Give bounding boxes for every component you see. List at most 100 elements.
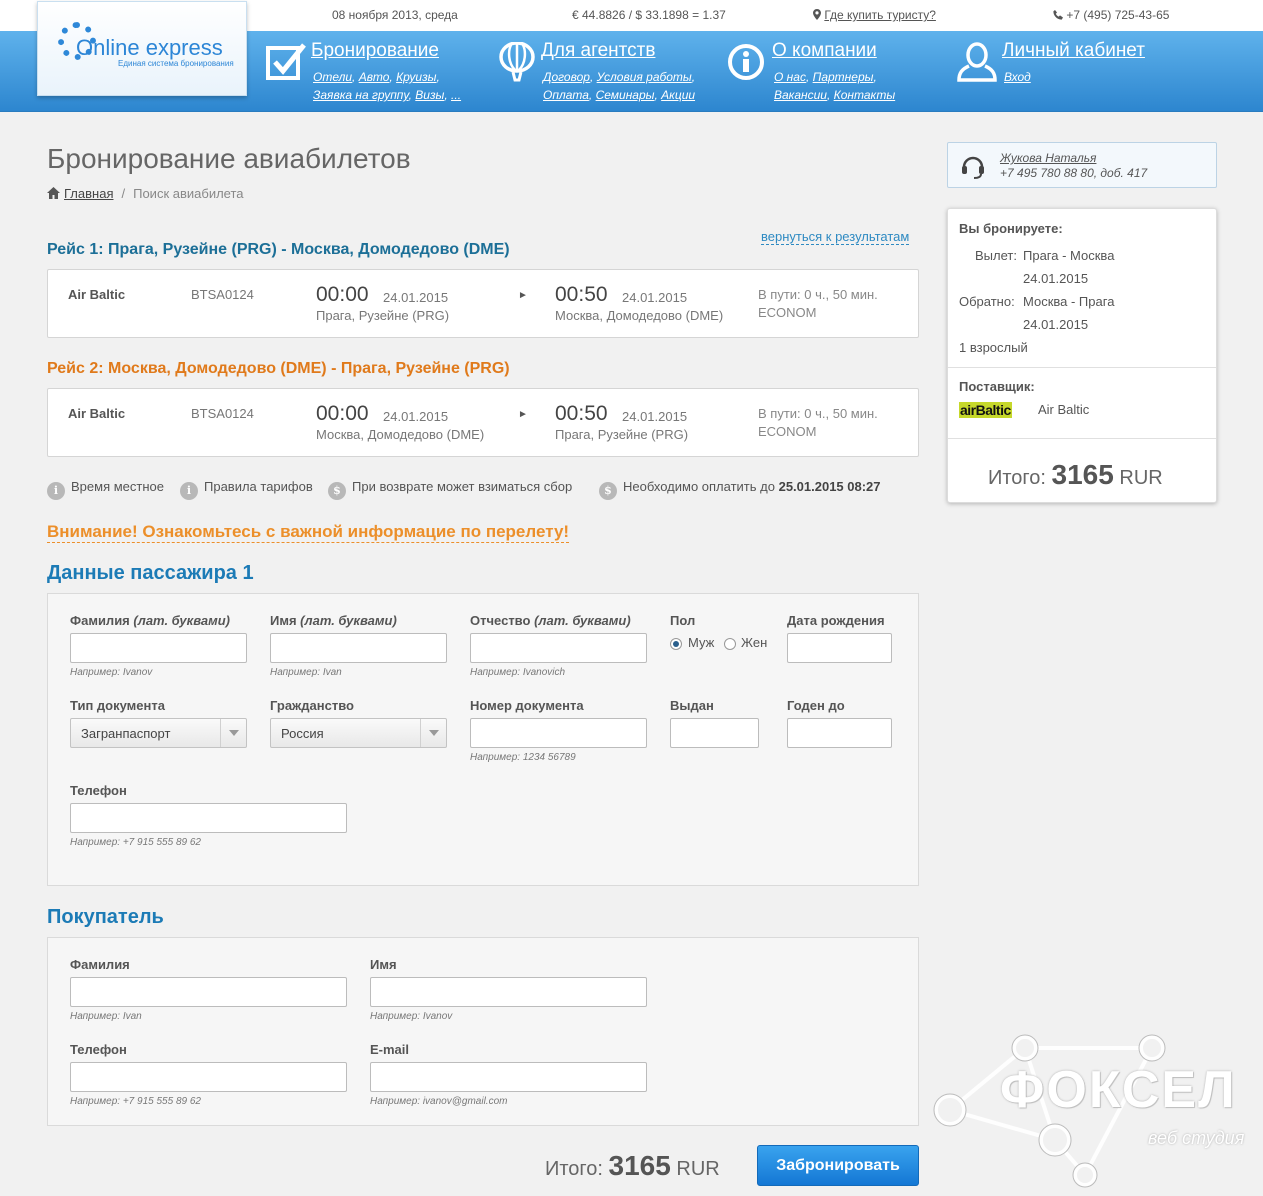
passenger-birth-date-input[interactable] [787, 633, 892, 663]
menu-company-title[interactable]: О компании [772, 40, 877, 62]
arrow-right-icon: ► [518, 290, 528, 301]
gender-male-radio[interactable] [670, 638, 682, 650]
doc-type-label: Тип документа [70, 698, 165, 713]
info-refund-fee-text: При возврате может взиматься сбор [352, 479, 573, 494]
departure-label: Вылет: [975, 248, 1017, 263]
summary-total-currency: RUR [1119, 467, 1163, 489]
manager-contact: Жукова Наталья +7 495 780 88 80, доб. 41… [947, 142, 1217, 188]
passenger-issued-input[interactable] [670, 718, 759, 748]
flight-1-card: Air Baltic BTSA0124 00:00 24.01.2015 Пра… [47, 269, 919, 338]
buyer-name-label: Имя [370, 957, 397, 972]
menu-link-promos[interactable]: Акции [661, 88, 695, 102]
headset-icon [962, 156, 984, 179]
menu-link-visas[interactable]: Визы [415, 88, 444, 102]
passenger-doc-number-input[interactable] [470, 718, 647, 748]
summary-divider [948, 438, 1216, 439]
flight-class: ECONOM [758, 424, 817, 439]
bottom-total: Итого: 3165 RUR [545, 1150, 720, 1182]
return-route: Москва - Прага [1023, 294, 1115, 309]
menu-link-cruises[interactable]: Круизы [396, 70, 436, 84]
departure-place: Москва, Домодедово (DME) [316, 427, 485, 442]
where-to-buy[interactable]: Где купить туристу? [813, 8, 936, 22]
menu-link-payment[interactable]: Оплата [543, 88, 589, 102]
important-info-warning[interactable]: Внимание! Ознакомьтесь с важной информац… [47, 522, 570, 543]
buyer-email-label: E-mail [370, 1042, 410, 1057]
arrival-time: 00:50 [555, 283, 608, 306]
flight-2-card: Air Baltic BTSA0124 00:00 24.01.2015 Мос… [47, 388, 919, 457]
info-refund-fee: $ При возврате может взиматься сбор [328, 479, 572, 500]
flight-2-heading: Рейс 2: Москва, Домодедово (DME) - Прага… [47, 360, 510, 377]
summary-total-value: 3165 [1051, 459, 1114, 490]
breadcrumb-current: Поиск авиабилета [133, 186, 244, 201]
flight-code: BTSA0124 [191, 287, 254, 302]
departure-route: Прага - Москва [1023, 248, 1115, 263]
where-to-buy-link[interactable]: Где купить туристу? [824, 8, 936, 22]
menu-link-seminars[interactable]: Семинары [596, 88, 655, 102]
buyer-surname-input[interactable] [70, 977, 347, 1007]
bottom-total-value: 3165 [608, 1150, 671, 1181]
back-to-results-link[interactable]: вернуться к результатам [761, 229, 910, 245]
return-date-summary: 24.01.2015 [1023, 317, 1089, 332]
valid-until-label: Годен до [787, 698, 845, 713]
buyer-name-input[interactable] [370, 977, 647, 1007]
main-navigation: Online express Единая система бронирован… [0, 1, 1263, 112]
menu-link-more[interactable]: ... [451, 88, 461, 102]
buyer-phone-hint: Например: +7 915 555 89 62 [70, 1096, 201, 1107]
gender-female-label[interactable]: Жен [741, 635, 767, 650]
departure-date: 24.01.2015 [383, 409, 449, 424]
chevron-down-icon [420, 719, 446, 747]
gender-female-radio[interactable] [724, 638, 736, 650]
flight-1-heading: Рейс 1: Прага, Рузейне (PRG) - Москва, Д… [47, 241, 510, 258]
menu-link-contract[interactable]: Договор [543, 70, 590, 84]
gender-male-label[interactable]: Муж [688, 635, 714, 650]
name-label: Имя (лат. буквами) [270, 613, 397, 628]
logo[interactable]: Online express Единая система бронирован… [37, 1, 247, 96]
menu-link-terms[interactable]: Условия работы [597, 70, 692, 84]
menu-link-vacancies[interactable]: Вакансии [774, 88, 827, 102]
book-button[interactable]: Забронировать [757, 1145, 919, 1186]
doc-number-hint: Например: 1234 56789 [470, 752, 576, 763]
menu-link-login[interactable]: Вход [1004, 70, 1031, 84]
menu-link-hotels[interactable]: Отели [313, 70, 352, 84]
menu-link-contacts[interactable]: Контакты [834, 88, 896, 102]
buyer-surname-hint: Например: Ivan [70, 1011, 142, 1022]
departure-date-summary: 24.01.2015 [1023, 271, 1089, 286]
menu-link-auto[interactable]: Авто [359, 70, 390, 84]
arrival-time: 00:50 [555, 402, 608, 425]
doc-type-value: Загранпаспорт [81, 726, 171, 741]
menu-account-title[interactable]: Личный кабинет [1002, 40, 1145, 62]
buyer-phone-input[interactable] [70, 1062, 347, 1092]
menu-link-about[interactable]: О нас [774, 70, 806, 84]
buyer-email-input[interactable] [370, 1062, 647, 1092]
passenger-form: Фамилия (лат. буквами) Например: Ivanov … [47, 593, 919, 886]
menu-agencies-title[interactable]: Для агентств [541, 40, 655, 62]
passengers-count: 1 взрослый [959, 340, 1028, 355]
info-pay-before: $ Необходимо оплатить до 25.01.2015 08:27 [599, 479, 881, 500]
doc-number-label: Номер документа [470, 698, 584, 713]
passenger-patronymic-input[interactable] [470, 633, 647, 663]
info-tariff-rules[interactable]: i Правила тарифов [180, 479, 313, 500]
info-local-time: i Время местное [47, 479, 164, 500]
breadcrumb-home[interactable]: Главная [64, 186, 113, 201]
citizenship-select[interactable]: Россия [270, 718, 447, 748]
passenger-surname-input[interactable] [70, 633, 247, 663]
return-label: Обратно: [959, 294, 1015, 309]
summary-total: Итого: 3165 RUR [988, 459, 1163, 491]
surname-label: Фамилия (лат. буквами) [70, 613, 231, 628]
menu-booking-links: Отели, Авто, Круизы, Заявка на группу, В… [313, 70, 462, 102]
doc-type-select[interactable]: Загранпаспорт [70, 718, 247, 748]
breadcrumb: Главная / Поиск авиабилета [47, 186, 244, 201]
info-local-time-text: Время местное [71, 479, 164, 494]
menu-booking-title[interactable]: Бронирование [311, 40, 439, 62]
bottom-total-label: Итого: [545, 1158, 603, 1180]
passenger-phone-input[interactable] [70, 803, 347, 833]
passenger-valid-until-input[interactable] [787, 718, 892, 748]
passenger-name-input[interactable] [270, 633, 447, 663]
menu-link-partners[interactable]: Партнеры [813, 70, 874, 84]
logo-name: Online express [76, 35, 223, 60]
manager-name[interactable]: Жукова Наталья [1000, 151, 1096, 165]
buyer-name-hint: Например: Ivanov [370, 1011, 453, 1022]
citizenship-label: Гражданство [270, 698, 354, 713]
info-tariff-rules-text[interactable]: Правила тарифов [204, 479, 313, 494]
menu-link-group[interactable]: Заявка на группу [313, 88, 409, 102]
